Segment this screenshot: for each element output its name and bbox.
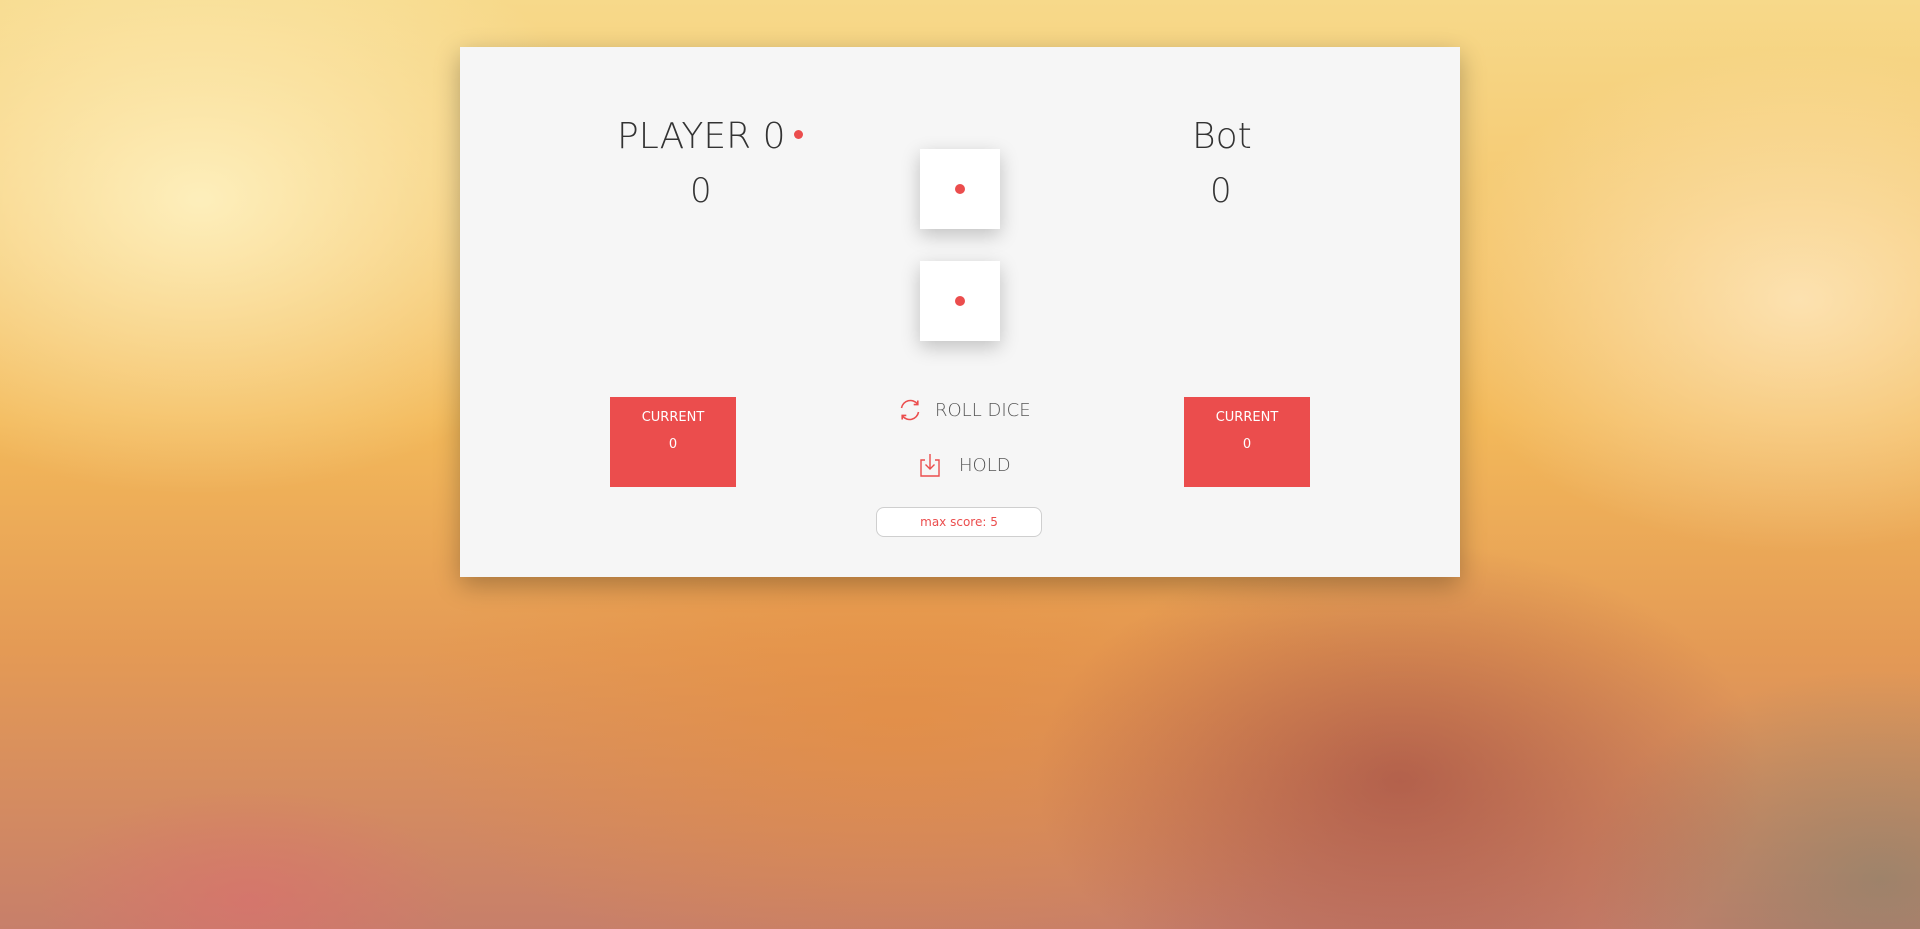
roll-dice-label: ROLL DICE [935,399,1031,421]
dice-2 [920,261,1000,341]
player-1-name: Bot [1192,116,1252,157]
dice-pip [955,184,965,194]
download-icon [920,454,940,477]
player-1-score: 0 [1210,171,1232,211]
player-1-current-value: 0 [1242,437,1252,452]
dice-pip [955,296,965,306]
roll-dice-button[interactable]: ROLL DICE [897,395,1031,425]
player-1-current-box: CURRENT 0 [1184,397,1310,487]
player-0-score: 0 [690,171,712,211]
game-panel: PLAYER 0 0 Bot 0 CURRENT 0 CURRENT 0 ROL… [460,47,1460,577]
active-player-indicator-icon [793,129,803,139]
player-0-current-box: CURRENT 0 [610,397,736,487]
hold-label: HOLD [959,454,1011,476]
hold-button[interactable]: HOLD [917,450,1011,480]
player-0-current-value: 0 [668,437,678,452]
player-0-current-label: CURRENT [641,410,705,425]
dice-1 [920,149,1000,229]
player-0-name-row: PLAYER 0 [617,119,803,155]
player-1-current-label: CURRENT [1215,410,1279,425]
refresh-icon [900,399,920,421]
player-0-name: PLAYER 0 [617,116,786,157]
max-score-field[interactable]: max score: 5 [876,507,1042,537]
